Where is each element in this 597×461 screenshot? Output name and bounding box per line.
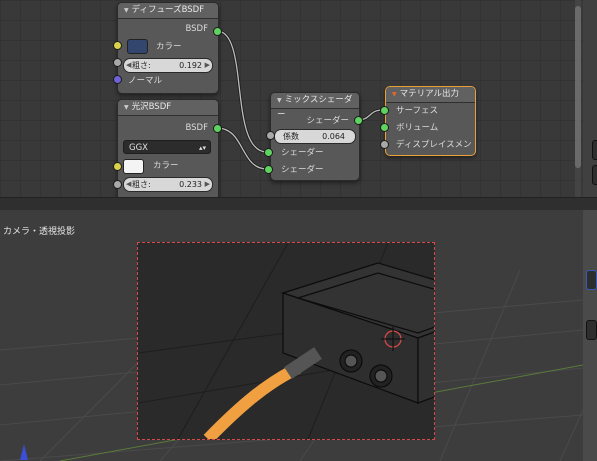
- link-diffuse-to-mix: [216, 29, 268, 154]
- increment-arrow-icon[interactable]: ▶: [205, 178, 210, 191]
- diffuse-roughness-socket[interactable]: [113, 58, 122, 67]
- roughness-field[interactable]: ◀ 粗さ: 0.192 ▶: [123, 58, 213, 73]
- glossy-roughness-socket[interactable]: [113, 180, 122, 189]
- side-panel-tab[interactable]: [586, 320, 597, 340]
- glossy-bsdf-output-socket[interactable]: [213, 124, 222, 133]
- area-divider[interactable]: [0, 197, 597, 211]
- output-displacement-socket[interactable]: [380, 140, 389, 149]
- node-header[interactable]: ▼ マテリアル出力: [386, 87, 475, 103]
- diffuse-bsdf-node[interactable]: ▼ ディフューズBSDF BSDF カラー ◀ 粗さ: 0.192 ▶ ノーマル: [117, 2, 219, 94]
- roughness-value: 0.233: [179, 180, 202, 189]
- side-panel-tab[interactable]: [592, 140, 597, 160]
- node-title: ディフューズBSDF: [131, 5, 205, 15]
- factor-field[interactable]: 係数 0.064: [274, 129, 356, 144]
- roughness-field[interactable]: ◀ 粗さ: 0.233 ▶: [123, 177, 213, 192]
- view-mode-label: カメラ・透視投影: [3, 227, 76, 237]
- roughness-label: 粗さ:: [132, 180, 151, 189]
- vertical-scrollbar[interactable]: [575, 0, 581, 197]
- 3d-viewport[interactable]: カメラ・透視投影: [0, 210, 583, 461]
- node-header[interactable]: ▼ ミックスシェーダー: [271, 93, 359, 120]
- color-label: カラー: [156, 42, 182, 52]
- glossy-color-socket[interactable]: [113, 162, 122, 171]
- distribution-value: GGX: [129, 143, 148, 153]
- distribution-dropdown[interactable]: GGX ▴▾: [123, 140, 211, 154]
- scrollbar-thumb[interactable]: [575, 6, 581, 168]
- camera-frame: [137, 242, 435, 440]
- diffuse-normal-socket[interactable]: [113, 75, 122, 84]
- decrement-arrow-icon[interactable]: ◀: [126, 59, 131, 72]
- normal-label: ノーマル: [128, 76, 163, 86]
- cable: [203, 362, 301, 439]
- increment-arrow-icon[interactable]: ▶: [205, 59, 210, 72]
- diffuse-bsdf-output-socket[interactable]: [213, 27, 222, 36]
- dropdown-arrows-icon: ▴▾: [198, 144, 206, 152]
- output-surface-socket[interactable]: [380, 106, 389, 115]
- color-label: カラー: [153, 161, 179, 171]
- surface-label: サーフェス: [396, 106, 438, 116]
- material-output-node[interactable]: ▼ マテリアル出力 サーフェス ボリューム ディスプレイスメン: [385, 86, 476, 156]
- shader-input-1-label: シェーダー: [281, 148, 324, 158]
- output-volume-socket[interactable]: [380, 123, 389, 132]
- mix-factor-socket[interactable]: [266, 131, 275, 140]
- mix-output-socket[interactable]: [354, 116, 363, 125]
- box-model: [281, 262, 434, 404]
- axis-gizmo-icon[interactable]: [12, 432, 42, 461]
- collapse-triangle-icon[interactable]: ▼: [124, 104, 129, 111]
- volume-label: ボリューム: [396, 123, 439, 133]
- factor-value: 0.064: [322, 132, 345, 141]
- decrement-arrow-icon[interactable]: ◀: [126, 178, 131, 191]
- node-editor[interactable]: ▼ ディフューズBSDF BSDF カラー ◀ 粗さ: 0.192 ▶ ノーマル …: [0, 0, 597, 197]
- output-bsdf-label: BSDF: [185, 24, 208, 34]
- color-swatch[interactable]: [123, 159, 144, 174]
- displacement-label: ディスプレイスメン: [396, 140, 472, 150]
- factor-label: 係数: [283, 132, 299, 141]
- glossy-bsdf-node[interactable]: ▼ 光沢BSDF BSDF GGX ▴▾ カラー ◀ 粗さ: 0.233 ▶: [117, 99, 219, 197]
- mix-shader-input-2-socket[interactable]: [264, 165, 273, 174]
- mix-shader-node[interactable]: ▼ ミックスシェーダー シェーダー 係数 0.064 シェーダー シェーダー: [270, 92, 360, 181]
- viewport-side-strip: [583, 210, 597, 461]
- collapse-triangle-icon[interactable]: ▼: [124, 7, 129, 14]
- color-swatch[interactable]: [127, 39, 148, 54]
- node-title: マテリアル出力: [399, 89, 460, 99]
- collapse-triangle-icon[interactable]: ▼: [277, 97, 282, 104]
- mix-shader-input-1-socket[interactable]: [264, 148, 273, 157]
- node-title: 光沢BSDF: [131, 102, 172, 112]
- scene-render: [138, 243, 434, 439]
- roughness-label: 粗さ:: [132, 61, 151, 70]
- diffuse-color-socket[interactable]: [113, 41, 122, 50]
- roughness-value: 0.192: [179, 61, 202, 70]
- side-panel-tab[interactable]: [586, 270, 597, 290]
- node-header[interactable]: ▼ ディフューズBSDF: [118, 3, 218, 19]
- output-bsdf-label: BSDF: [185, 123, 208, 133]
- output-shader-label: シェーダー: [306, 116, 349, 126]
- shader-input-2-label: シェーダー: [281, 165, 324, 175]
- side-panel-tab[interactable]: [592, 165, 597, 185]
- collapse-triangle-icon[interactable]: ▼: [392, 91, 397, 98]
- node-header[interactable]: ▼ 光沢BSDF: [118, 100, 218, 116]
